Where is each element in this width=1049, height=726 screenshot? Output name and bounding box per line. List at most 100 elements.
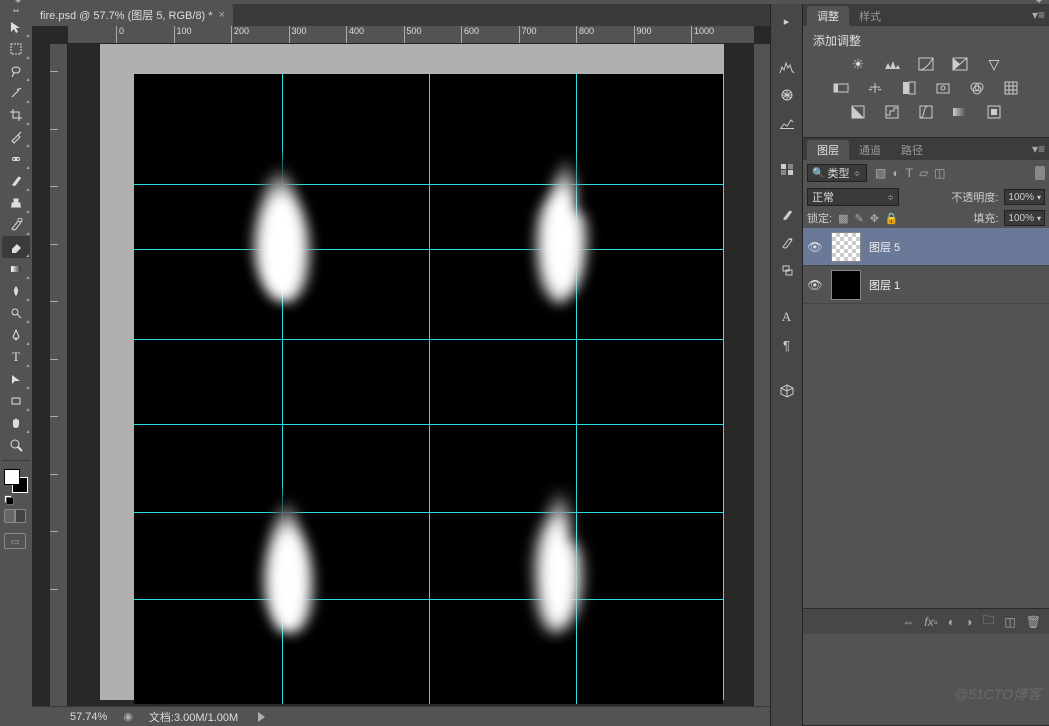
opacity-value[interactable]: 100%▾ xyxy=(1004,189,1045,205)
brush-preset-icon[interactable] xyxy=(773,202,801,228)
panel-menu-icon[interactable]: ▾≡ xyxy=(1032,8,1045,22)
gradient-tool[interactable] xyxy=(2,258,30,280)
hand-tool[interactable] xyxy=(2,412,30,434)
lasso-tool[interactable] xyxy=(2,60,30,82)
vibrance-icon[interactable]: ▽ xyxy=(983,55,1005,73)
scrollbar-vertical[interactable] xyxy=(754,44,770,706)
new-group-icon[interactable]: 🗀 xyxy=(982,611,994,632)
delete-layer-icon[interactable]: 🗑 xyxy=(1026,615,1041,629)
zoom-tool[interactable] xyxy=(2,434,30,456)
layer-row[interactable]: 👁 图层 1 xyxy=(803,266,1049,304)
doc-info[interactable]: 文档:3.00M/1.00M xyxy=(149,709,238,725)
quick-mask-toggle[interactable] xyxy=(4,509,26,527)
shape-tool[interactable] xyxy=(2,390,30,412)
color-swatches[interactable] xyxy=(4,469,28,493)
strip-expand-icon[interactable]: ▸ xyxy=(773,8,801,34)
brush-tool[interactable] xyxy=(2,170,30,192)
crop-tool[interactable] xyxy=(2,104,30,126)
photo-filter-icon[interactable] xyxy=(932,79,954,97)
brightness-icon[interactable]: ☀ xyxy=(847,55,869,73)
selective-color-icon[interactable] xyxy=(983,103,1005,121)
screen-mode-button[interactable]: ▭ xyxy=(4,533,26,549)
lock-pos-icon[interactable]: ✥ xyxy=(870,212,879,225)
channel-mixer-icon[interactable] xyxy=(966,79,988,97)
tab-paths[interactable]: 路径 xyxy=(891,140,933,160)
layer-filter-dropdown[interactable]: 🔍类型≑ xyxy=(807,164,867,182)
filter-adj-icon[interactable]: ◐ xyxy=(892,166,899,180)
new-layer-icon[interactable]: ◫ xyxy=(1004,615,1015,629)
ruler-horizontal[interactable]: 01002003004005006007008009001000 xyxy=(68,26,754,44)
invert-icon[interactable] xyxy=(847,103,869,121)
filter-smart-icon[interactable]: ◫ xyxy=(934,166,945,180)
character-icon[interactable]: A xyxy=(773,304,801,330)
zoom-level[interactable]: 57.74% xyxy=(70,711,107,723)
canvas-viewport[interactable] xyxy=(68,44,754,706)
layer-name[interactable]: 图层 1 xyxy=(869,277,900,293)
move-tool[interactable] xyxy=(2,16,30,38)
layer-mask-icon[interactable]: ◐ xyxy=(948,615,955,629)
balance-icon[interactable] xyxy=(864,79,886,97)
filter-toggle[interactable] xyxy=(1035,166,1045,180)
tab-styles[interactable]: 样式 xyxy=(849,6,891,26)
heal-tool[interactable] xyxy=(2,148,30,170)
canvas[interactable] xyxy=(134,74,723,704)
visibility-icon[interactable]: 👁 xyxy=(807,240,823,254)
status-icon[interactable]: ◉ xyxy=(123,710,133,723)
link-layers-icon[interactable]: ⇔ xyxy=(902,615,914,629)
layer-row[interactable]: 👁 图层 5 xyxy=(803,228,1049,266)
blend-mode-dropdown[interactable]: 正常≑ xyxy=(807,188,899,206)
lock-all-icon[interactable]: 🔒 xyxy=(885,212,899,225)
hue-icon[interactable] xyxy=(830,79,852,97)
visibility-icon[interactable]: 👁 xyxy=(807,278,823,292)
type-tool[interactable]: T xyxy=(2,346,30,368)
curves-icon[interactable] xyxy=(915,55,937,73)
swap-colors-icon[interactable] xyxy=(4,495,14,505)
filter-type-icon[interactable]: T xyxy=(906,166,913,180)
tab-layers[interactable]: 图层 xyxy=(807,140,849,160)
info-icon[interactable] xyxy=(773,110,801,136)
layer-thumbnail[interactable] xyxy=(831,270,861,300)
wand-tool[interactable] xyxy=(2,82,30,104)
history-brush-tool[interactable] xyxy=(2,214,30,236)
brush-settings-icon[interactable] xyxy=(773,230,801,256)
layer-name[interactable]: 图层 5 xyxy=(869,239,900,255)
exposure-icon[interactable] xyxy=(949,55,971,73)
histogram-icon[interactable] xyxy=(773,54,801,80)
layer-fx-icon[interactable]: fx▫ xyxy=(924,615,938,629)
navigator-icon[interactable] xyxy=(773,82,801,108)
close-tab-icon[interactable]: × xyxy=(219,9,225,21)
stamp-tool[interactable] xyxy=(2,192,30,214)
document-tab[interactable]: fire.psd @ 57.7% (图层 5, RGB/8) * × xyxy=(32,4,233,26)
3d-icon[interactable] xyxy=(773,378,801,404)
artboard xyxy=(100,44,724,700)
eyedropper-tool[interactable] xyxy=(2,126,30,148)
lock-paint-icon[interactable]: ✎ xyxy=(854,212,863,225)
eraser-tool[interactable] xyxy=(2,236,30,258)
fill-value[interactable]: 100%▾ xyxy=(1004,210,1045,226)
blur-tool[interactable] xyxy=(2,280,30,302)
path-select-tool[interactable] xyxy=(2,368,30,390)
new-adj-icon[interactable]: ◑ xyxy=(965,615,972,629)
paragraph-icon[interactable]: ¶ xyxy=(773,332,801,358)
gradient-map-icon[interactable] xyxy=(949,103,971,121)
ruler-vertical[interactable]: 0100200300400500600700800900 xyxy=(50,44,68,706)
pen-tool[interactable] xyxy=(2,324,30,346)
tab-adjustments[interactable]: 调整 xyxy=(807,6,849,26)
clone-source-icon[interactable] xyxy=(773,258,801,284)
swatches-icon[interactable] xyxy=(773,156,801,182)
layer-thumbnail[interactable] xyxy=(831,232,861,262)
lookup-icon[interactable] xyxy=(1000,79,1022,97)
levels-icon[interactable] xyxy=(881,55,903,73)
filter-pixel-icon[interactable]: ▧ xyxy=(875,166,886,180)
posterize-icon[interactable] xyxy=(881,103,903,121)
lock-trans-icon[interactable]: ▩ xyxy=(838,212,848,225)
threshold-icon[interactable] xyxy=(915,103,937,121)
bw-icon[interactable] xyxy=(898,79,920,97)
play-icon[interactable] xyxy=(258,712,265,722)
filter-shape-icon[interactable]: ▱ xyxy=(919,166,928,180)
tab-channels[interactable]: 通道 xyxy=(849,140,891,160)
dodge-tool[interactable] xyxy=(2,302,30,324)
toolbox-handle[interactable]: •• xyxy=(0,6,32,16)
panel-menu-icon[interactable]: ▾≡ xyxy=(1032,142,1045,156)
marquee-tool[interactable] xyxy=(2,38,30,60)
